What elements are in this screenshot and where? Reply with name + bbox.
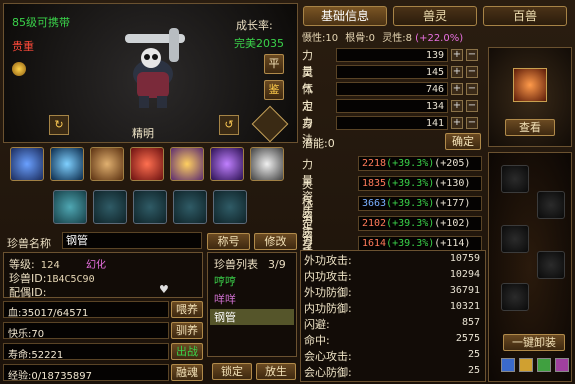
potential: 潜能:0: [302, 137, 335, 150]
equip-slot[interactable]: [501, 283, 529, 311]
hp-bar: 血:35017/64571: [3, 301, 169, 319]
rarity-label: 贵重: [12, 40, 34, 53]
gem-icon[interactable]: [555, 358, 569, 372]
minus-icon[interactable]: −: [466, 83, 478, 95]
diamond-icon[interactable]: [251, 105, 289, 143]
tab-basic-info[interactable]: 基础信息: [303, 6, 387, 26]
skill-icon[interactable]: [10, 147, 44, 181]
deploy-button[interactable]: 出战: [171, 343, 203, 360]
flat-button[interactable]: 平: [264, 54, 284, 74]
plus-icon[interactable]: +: [451, 66, 463, 78]
soul-slot[interactable]: [213, 190, 247, 224]
plus-icon[interactable]: +: [451, 83, 463, 95]
feed-button[interactable]: 喂养: [171, 301, 203, 318]
plus-icon[interactable]: +: [451, 117, 463, 129]
soul-slot[interactable]: [173, 190, 207, 224]
pet-model: [125, 28, 185, 108]
rotate-right-icon[interactable]: ↺: [219, 115, 239, 135]
pet-info-block: 等级: 124 幻化 珍兽ID:1B4C5C90 配偶ID: ♥: [3, 252, 203, 299]
skill-icon[interactable]: [210, 147, 244, 181]
pet-list-title: 珍兽列表: [214, 258, 258, 271]
unequip-all-button[interactable]: 一键卸装: [503, 334, 565, 351]
fuse-soul-button[interactable]: 融魂: [171, 364, 203, 381]
pet-display: 85级可携带 贵重 成长率: 完美2035 平 鉴 ↻ ↺ 精明: [3, 3, 298, 143]
tab-beast-spirit[interactable]: 兽灵: [393, 6, 477, 26]
confirm-button[interactable]: 确定: [445, 133, 481, 150]
skill-icon[interactable]: [90, 147, 124, 181]
lifespan-bar: 寿命:52221: [3, 343, 169, 361]
mate-id-label: 配偶ID:: [9, 286, 47, 299]
minus-icon[interactable]: −: [466, 66, 478, 78]
minus-icon[interactable]: −: [466, 49, 478, 61]
release-button[interactable]: 放生: [256, 363, 296, 380]
modify-button[interactable]: 修改: [254, 233, 297, 250]
pet-name-field[interactable]: 钢管: [62, 232, 202, 249]
pet-id-value: 1B4C5C90: [46, 274, 95, 285]
pet-type: 幻化: [86, 260, 106, 271]
tab-hundred-beasts[interactable]: 百兽: [483, 6, 567, 26]
pet-trait: 精明: [132, 127, 154, 140]
skill-icon[interactable]: [50, 147, 84, 181]
tame-button[interactable]: 驯养: [171, 322, 203, 339]
pet-window: 85级可携带 贵重 成长率: 完美2035 平 鉴 ↻ ↺ 精明 珍兽名称 钢管…: [0, 0, 575, 384]
pet-list: 珍兽列表 3/9 哼哼 咩咩 钢管: [207, 252, 297, 357]
view-button[interactable]: 查看: [505, 119, 555, 136]
rotate-left-icon[interactable]: ↻: [49, 115, 69, 135]
equip-slot[interactable]: [501, 225, 529, 253]
happiness-bar: 快乐:70: [3, 322, 169, 340]
plus-icon[interactable]: +: [451, 100, 463, 112]
list-item-selected[interactable]: 钢管: [210, 309, 294, 325]
soul-slot[interactable]: [53, 190, 87, 224]
gem-icon[interactable]: [501, 358, 515, 372]
skill-icon[interactable]: [170, 147, 204, 181]
minus-icon[interactable]: −: [466, 117, 478, 129]
minus-icon[interactable]: −: [466, 100, 478, 112]
heart-icon: ♥: [159, 283, 169, 296]
soul-slot[interactable]: [93, 190, 127, 224]
pet-name-label: 珍兽名称: [7, 237, 51, 250]
soul-slot[interactable]: [133, 190, 167, 224]
equip-slot[interactable]: [537, 251, 565, 279]
skill-icon[interactable]: [250, 147, 284, 181]
list-item[interactable]: 哼哼: [210, 273, 294, 288]
equip-slot[interactable]: [501, 165, 529, 193]
list-item[interactable]: 咩咩: [210, 291, 294, 306]
exp-bar: 经验:0/18735897: [3, 364, 169, 382]
gem-icon[interactable]: [537, 358, 551, 372]
lock-button[interactable]: 锁定: [212, 363, 252, 380]
soul-portrait-icon: [513, 68, 547, 102]
title-button[interactable]: 称号: [207, 233, 250, 250]
equip-slot[interactable]: [537, 191, 565, 219]
gem-icon[interactable]: [519, 358, 533, 372]
medal-icon: [12, 62, 26, 76]
pet-level-req: 85级可携带: [12, 16, 70, 29]
growth-value: 完美2035: [234, 37, 284, 50]
soul-portrait-panel: 查看: [488, 47, 572, 147]
identify-button[interactable]: 鉴: [264, 80, 284, 100]
equipment-panel: 一键卸装: [488, 152, 572, 382]
combat-stats: 外功攻击: 10759 内功攻击: 10294 外功防御: 36791 内功防御: 10…: [300, 250, 486, 382]
plus-icon[interactable]: +: [451, 49, 463, 61]
pet-list-count: 3/9: [268, 258, 286, 271]
skill-icon[interactable]: [130, 147, 164, 181]
top-stats: 慑性:10 根骨:0 灵性:8 (+22.0%): [302, 33, 464, 44]
growth-label: 成长率:: [236, 19, 273, 32]
